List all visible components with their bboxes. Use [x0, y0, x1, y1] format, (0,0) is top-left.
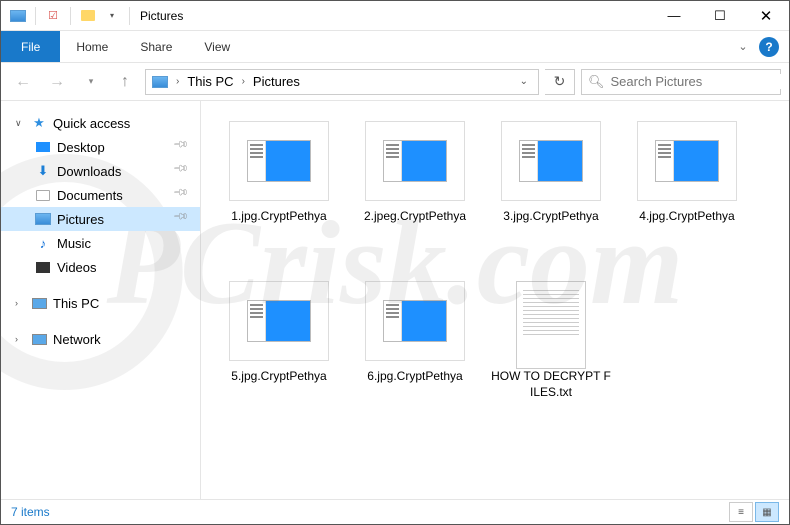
address-bar[interactable]: › This PC › Pictures ⌄ — [145, 69, 539, 95]
music-icon: ♪ — [35, 235, 51, 251]
file-item[interactable]: 6.jpg.CryptPethya — [347, 275, 483, 435]
image-file-icon — [229, 121, 329, 201]
file-name: 4.jpg.CryptPethya — [639, 209, 734, 225]
file-name: 3.jpg.CryptPethya — [503, 209, 598, 225]
address-dropdown-icon[interactable]: ⌄ — [516, 76, 532, 87]
documents-icon — [35, 187, 51, 203]
qat-properties-icon[interactable]: ☑ — [42, 5, 64, 27]
text-file-icon — [516, 281, 586, 369]
back-button[interactable]: ← — [9, 68, 37, 96]
file-grid[interactable]: 1.jpg.CryptPethya 2.jpeg.CryptPethya 3.jpg… — [201, 101, 789, 500]
refresh-button[interactable]: ↻ — [545, 69, 575, 95]
image-file-icon — [229, 281, 329, 361]
sidebar-item-documents[interactable]: Documents 📌︎ — [1, 183, 200, 207]
item-count: 7 items — [11, 505, 50, 519]
sidebar-item-label: Desktop — [57, 140, 105, 155]
pin-icon: 📌︎ — [172, 208, 194, 230]
downloads-icon: ⬇ — [35, 163, 51, 179]
sidebar-item-videos[interactable]: Videos — [1, 255, 200, 279]
sidebar-network[interactable]: › Network — [1, 327, 200, 351]
sidebar-this-pc[interactable]: › This PC — [1, 291, 200, 315]
tab-home[interactable]: Home — [60, 31, 124, 62]
qat-newfolder-icon[interactable] — [77, 5, 99, 27]
thumbnails-view-button[interactable]: ▦ — [755, 502, 779, 522]
file-name: 1.jpg.CryptPethya — [231, 209, 326, 225]
ribbon-collapse-icon[interactable]: ⌄ — [731, 31, 755, 62]
file-name: HOW TO DECRYPT FILES.txt — [491, 369, 611, 400]
sidebar-quick-access[interactable]: ∨ ★ Quick access — [1, 111, 200, 135]
sidebar-label: This PC — [53, 296, 99, 311]
breadcrumb[interactable]: This PC — [187, 74, 233, 89]
pin-icon: 📌︎ — [172, 136, 194, 158]
sidebar-item-pictures[interactable]: Pictures 📌︎ — [1, 207, 200, 231]
expand-icon[interactable]: › — [15, 298, 25, 308]
expand-icon[interactable]: ∨ — [15, 118, 25, 129]
details-view-button[interactable]: ≡ — [729, 502, 753, 522]
image-file-icon — [501, 121, 601, 201]
address-icon — [152, 74, 168, 90]
app-icon[interactable] — [7, 5, 29, 27]
sidebar-item-label: Music — [57, 236, 91, 251]
sidebar-label: Quick access — [53, 116, 130, 131]
desktop-icon — [35, 139, 51, 155]
search-icon: 🔍︎ — [588, 74, 605, 90]
sidebar: ∨ ★ Quick access Desktop 📌︎ ⬇ Downloads … — [1, 101, 201, 500]
recent-locations-icon[interactable]: ▾ — [77, 68, 105, 96]
file-name: 5.jpg.CryptPethya — [231, 369, 326, 385]
chevron-right-icon[interactable]: › — [172, 76, 183, 87]
sidebar-label: Network — [53, 332, 101, 347]
file-item[interactable]: 1.jpg.CryptPethya — [211, 115, 347, 275]
file-item[interactable]: 3.jpg.CryptPethya — [483, 115, 619, 275]
sidebar-item-label: Documents — [57, 188, 123, 203]
pictures-icon — [35, 211, 51, 227]
sidebar-item-label: Pictures — [57, 212, 104, 227]
quick-access-toolbar: ☑ ▾ — [1, 5, 134, 27]
pin-icon: 📌︎ — [172, 184, 194, 206]
up-button[interactable]: ↑ — [111, 68, 139, 96]
file-item[interactable]: HOW TO DECRYPT FILES.txt — [483, 275, 619, 435]
sidebar-item-downloads[interactable]: ⬇ Downloads 📌︎ — [1, 159, 200, 183]
search-input[interactable] — [611, 74, 787, 89]
file-name: 6.jpg.CryptPethya — [367, 369, 462, 385]
maximize-button[interactable]: ☐ — [697, 1, 743, 31]
window-title: Pictures — [140, 9, 183, 23]
search-box[interactable]: 🔍︎ — [581, 69, 781, 95]
help-button[interactable]: ? — [759, 37, 779, 57]
sidebar-item-desktop[interactable]: Desktop 📌︎ — [1, 135, 200, 159]
file-item[interactable]: 2.jpeg.CryptPethya — [347, 115, 483, 275]
videos-icon — [35, 259, 51, 275]
tab-file[interactable]: File — [1, 31, 60, 62]
titlebar: ☑ ▾ Pictures ― ☐ ✕ — [1, 1, 789, 31]
sidebar-item-music[interactable]: ♪ Music — [1, 231, 200, 255]
pin-icon: 📌︎ — [172, 160, 194, 182]
pc-icon — [31, 295, 47, 311]
network-icon — [31, 331, 47, 347]
chevron-right-icon[interactable]: › — [238, 76, 249, 87]
file-name: 2.jpeg.CryptPethya — [364, 209, 466, 225]
ribbon-tabs: File Home Share View ⌄ ? — [1, 31, 789, 63]
expand-icon[interactable]: › — [15, 334, 25, 344]
image-file-icon — [365, 121, 465, 201]
sidebar-item-label: Videos — [57, 260, 97, 275]
image-file-icon — [637, 121, 737, 201]
file-item[interactable]: 4.jpg.CryptPethya — [619, 115, 755, 275]
qat-dropdown-icon[interactable]: ▾ — [101, 5, 123, 27]
forward-button[interactable]: → — [43, 68, 71, 96]
tab-share[interactable]: Share — [124, 31, 188, 62]
close-button[interactable]: ✕ — [743, 1, 789, 31]
breadcrumb[interactable]: Pictures — [253, 74, 300, 89]
sidebar-item-label: Downloads — [57, 164, 121, 179]
address-row: ← → ▾ ↑ › This PC › Pictures ⌄ ↻ 🔍︎ — [1, 63, 789, 101]
file-item[interactable]: 5.jpg.CryptPethya — [211, 275, 347, 435]
minimize-button[interactable]: ― — [651, 1, 697, 31]
image-file-icon — [365, 281, 465, 361]
statusbar: 7 items ≡ ▦ — [1, 499, 789, 524]
tab-view[interactable]: View — [188, 31, 246, 62]
star-icon: ★ — [31, 115, 47, 131]
